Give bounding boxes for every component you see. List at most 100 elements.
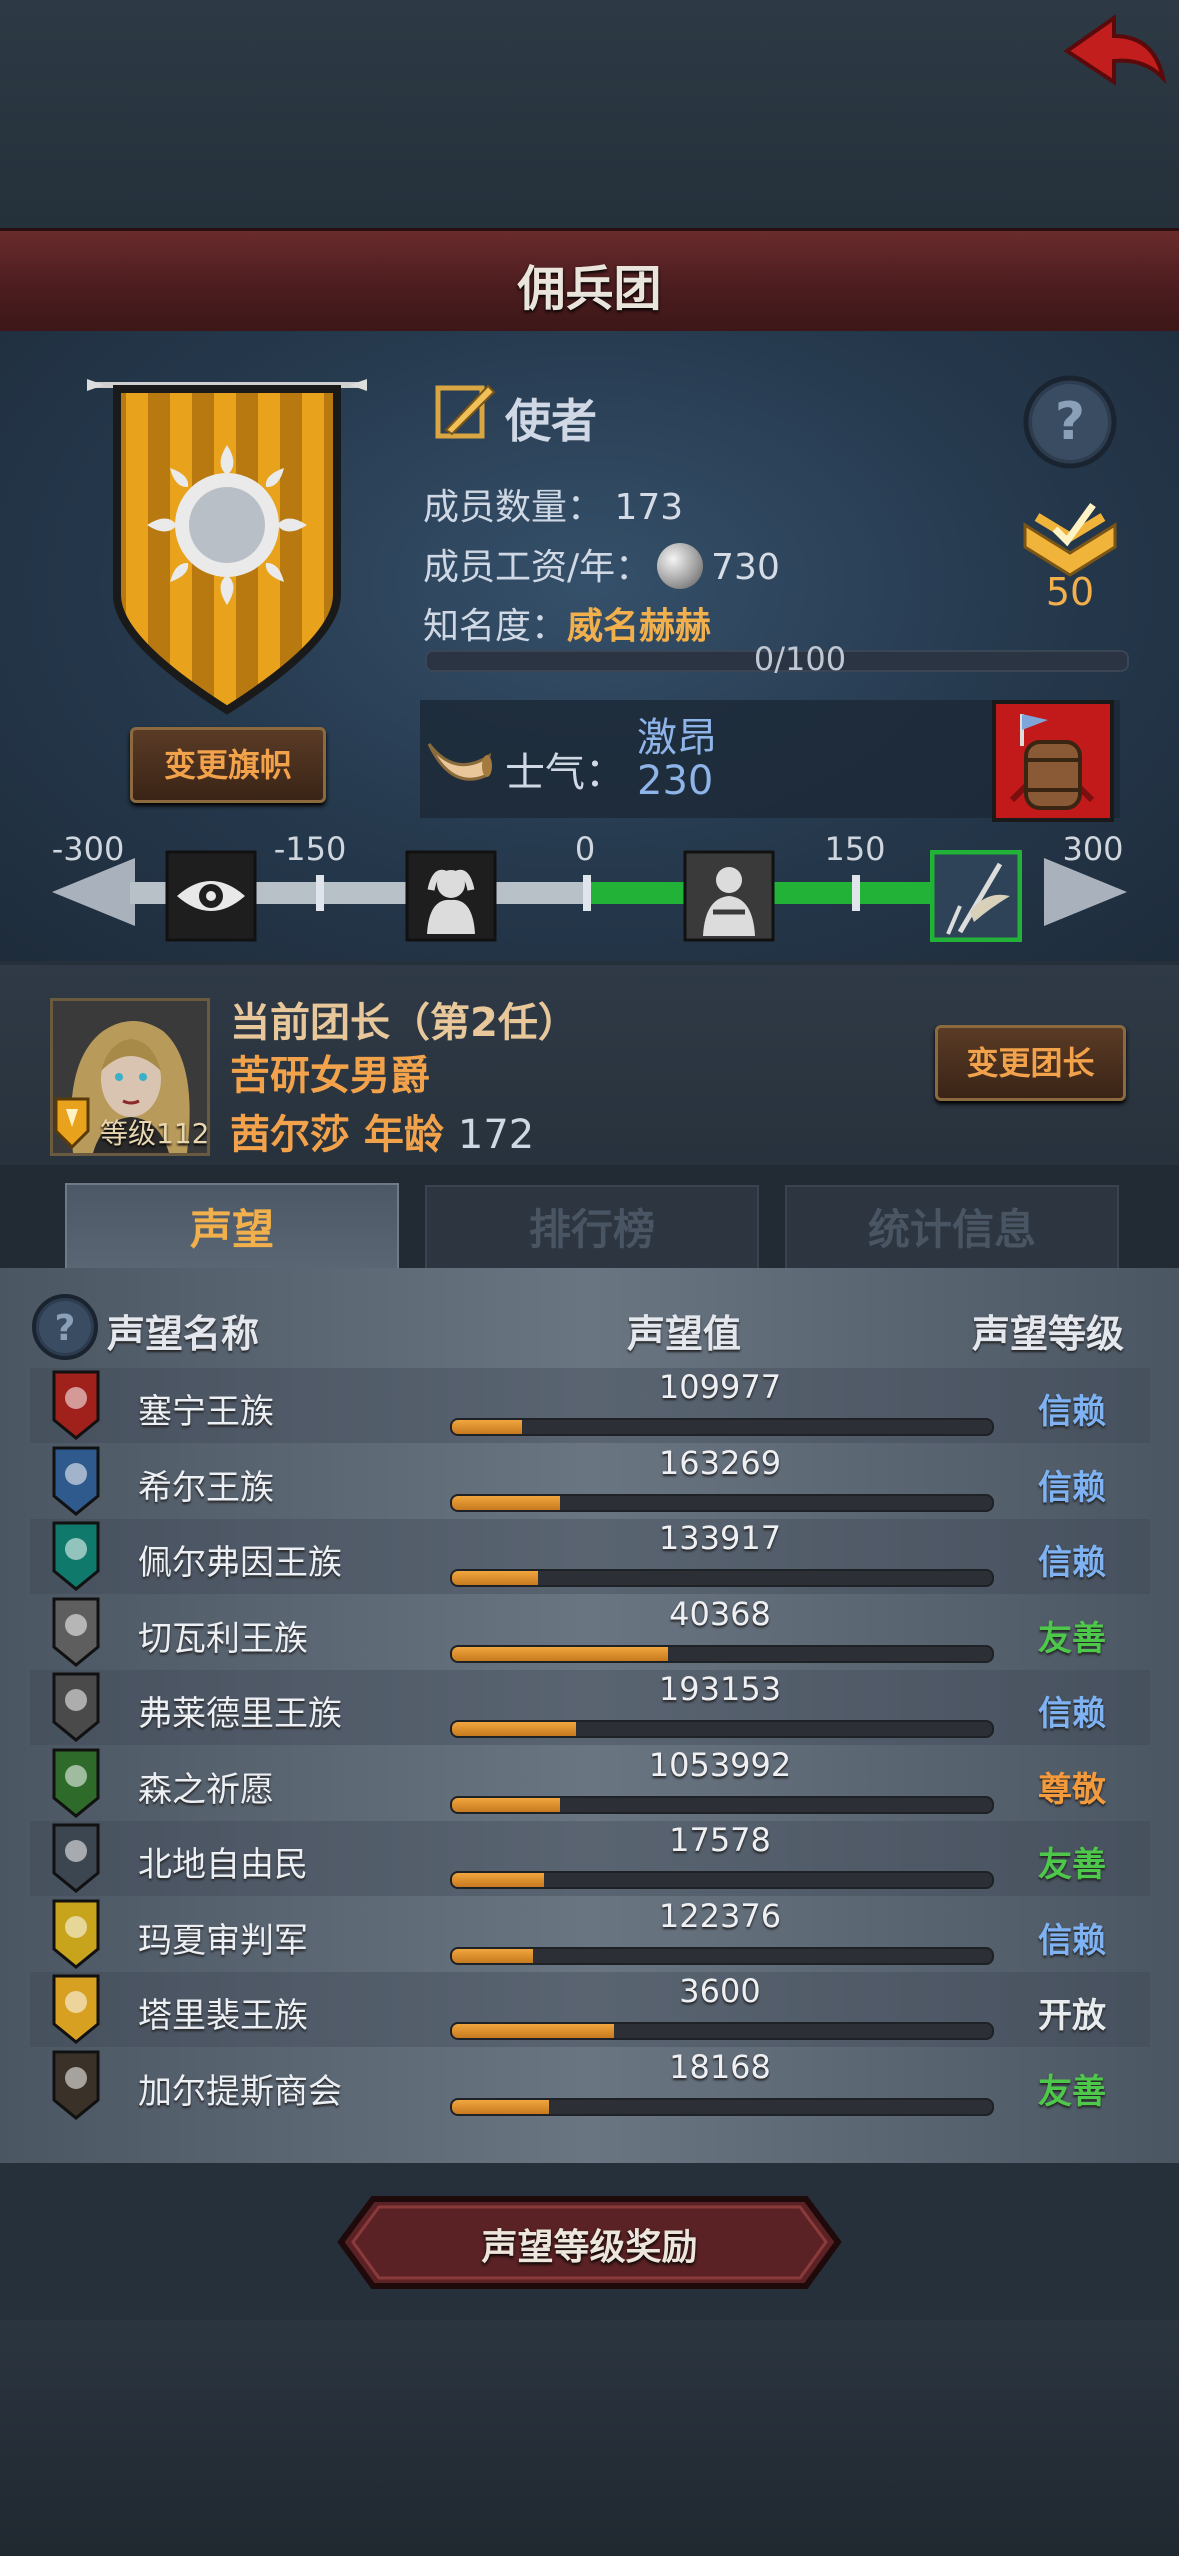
wage-value: 730 bbox=[711, 547, 780, 588]
member-count-value: 173 bbox=[614, 487, 684, 528]
reputation-value: 193153 bbox=[658, 1670, 782, 1708]
reputation-row[interactable]: 玛夏审判军 122376 信赖 bbox=[30, 1897, 1150, 1972]
change-flag-button[interactable]: 变更旗帜 bbox=[130, 727, 326, 803]
reputation-progress-fill bbox=[452, 2099, 550, 2114]
help-icon[interactable]: ? bbox=[1020, 372, 1120, 472]
reputation-level: 信赖 bbox=[1038, 1920, 1106, 1961]
leader-trait: 苦研女男爵 bbox=[230, 1053, 430, 1099]
fame-label: 知名度： bbox=[423, 606, 568, 647]
reputation-level: 信赖 bbox=[1038, 1467, 1106, 1508]
reputation-value: 18168 bbox=[669, 2047, 771, 2086]
tab-leaderboard[interactable]: 排行榜 bbox=[425, 1185, 759, 1274]
reputation-level: 友善 bbox=[1038, 1618, 1106, 1659]
wage-label: 成员工资/年： bbox=[423, 547, 652, 588]
level-badge-icon bbox=[54, 1097, 90, 1150]
reputation-row[interactable]: 佩尔弗因王族 133917 信赖 bbox=[30, 1519, 1150, 1594]
reputation-row[interactable]: 切瓦利王族 40368 友善 bbox=[30, 1595, 1150, 1670]
reputation-progress-bar bbox=[450, 2097, 994, 2116]
reputation-level: 友善 bbox=[1038, 1845, 1106, 1885]
reputation-progress-fill bbox=[452, 1722, 577, 1736]
reputation-level: 友善 bbox=[1038, 2071, 1106, 2112]
faction-emblem-icon bbox=[52, 1899, 100, 1969]
reputation-level: 信赖 bbox=[1038, 1392, 1106, 1432]
reputation-level: 信赖 bbox=[1038, 1543, 1106, 1583]
faction-name: 加尔提斯商会 bbox=[138, 2071, 342, 2112]
morale-value: 230 bbox=[637, 758, 714, 804]
silver-coin-icon bbox=[657, 543, 704, 589]
reputation-row[interactable]: 希尔王族 163269 信赖 bbox=[30, 1444, 1150, 1519]
reputation-progress-bar bbox=[450, 1795, 994, 1814]
reputation-progress-fill bbox=[452, 1797, 560, 1812]
reputation-progress-fill bbox=[452, 1873, 544, 1887]
member-count-row: 成员数量： 173 bbox=[423, 478, 683, 530]
faction-emblem-icon bbox=[52, 1370, 100, 1440]
reputation-value: 17578 bbox=[669, 1821, 771, 1859]
page-title: 佣兵团 bbox=[517, 261, 662, 317]
reputation-value: 109977 bbox=[658, 1368, 782, 1406]
reputation-value: 3600 bbox=[679, 1972, 761, 2010]
calm-figure-icon bbox=[683, 850, 775, 942]
morale-tick: 300 bbox=[1062, 830, 1124, 868]
morale-state: 激昂 bbox=[637, 715, 717, 761]
reputation-progress-fill bbox=[452, 1420, 523, 1434]
reputation-reward-label: 声望等级奖励 bbox=[481, 2227, 698, 2268]
rank-value: 50 bbox=[1045, 570, 1095, 614]
reputation-progress-fill bbox=[452, 1495, 560, 1510]
eye-icon bbox=[165, 850, 257, 942]
faction-emblem-icon bbox=[52, 1446, 100, 1516]
reputation-progress-bar bbox=[450, 1720, 994, 1738]
change-leader-button[interactable]: 变更团长 bbox=[935, 1025, 1126, 1101]
reputation-progress-fill bbox=[452, 2024, 614, 2038]
reputation-row[interactable]: 加尔提斯商会 18168 友善 bbox=[30, 2048, 1150, 2123]
reputation-progress-bar bbox=[450, 1946, 994, 1965]
barrel-icon[interactable] bbox=[992, 700, 1114, 822]
title-bar: 佣兵团 bbox=[0, 228, 1179, 334]
leader-title: 当前团长（第2任） bbox=[230, 1000, 578, 1046]
bottom-background bbox=[0, 2320, 1179, 2556]
reputation-progress-bar bbox=[450, 2022, 994, 2040]
morale-tick: -300 bbox=[51, 830, 125, 868]
horn-icon bbox=[427, 743, 492, 781]
wage-row: 成员工资/年： 730 bbox=[423, 538, 780, 595]
reputation-progress-bar bbox=[450, 1871, 994, 1889]
faction-emblem-icon bbox=[52, 1974, 100, 2044]
leader-name-age: 茜尔莎 年龄 172 bbox=[230, 1102, 534, 1160]
morale-tick: -150 bbox=[273, 830, 347, 868]
faction-name: 塔里裴王族 bbox=[138, 1996, 308, 2036]
reputation-level: 信赖 bbox=[1038, 1694, 1106, 1734]
reputation-progress-bar bbox=[450, 1569, 994, 1587]
reputation-level: 尊敬 bbox=[1038, 1769, 1106, 1810]
faction-name: 佩尔弗因王族 bbox=[138, 1543, 342, 1583]
fame-progress-text: 0/100 bbox=[753, 640, 847, 678]
reputation-value: 40368 bbox=[669, 1594, 771, 1633]
morale-tick: 150 bbox=[824, 830, 886, 868]
reputation-value: 133917 bbox=[658, 1519, 782, 1557]
tab-reputation[interactable]: 声望 bbox=[65, 1183, 399, 1275]
member-count-label: 成员数量： bbox=[423, 487, 604, 528]
help-icon[interactable]: ? bbox=[30, 1292, 100, 1362]
back-arrow-icon[interactable] bbox=[1059, 6, 1169, 96]
leader-name: 茜尔莎 年龄 bbox=[230, 1112, 444, 1158]
morale-label: 士气： bbox=[505, 750, 625, 796]
morale-tick: 0 bbox=[574, 830, 596, 868]
faction-name: 切瓦利王族 bbox=[138, 1618, 308, 1659]
faction-emblem-icon bbox=[52, 1521, 100, 1591]
fame-row: 知名度：威名赫赫 bbox=[423, 597, 711, 649]
despair-figure-icon bbox=[405, 850, 497, 942]
reputation-row[interactable]: 塔里裴王族 3600 开放 bbox=[30, 1972, 1150, 2047]
column-header-value: 声望值 bbox=[627, 1312, 742, 1356]
reputation-level: 开放 bbox=[1038, 1996, 1106, 2036]
reputation-row[interactable]: 弗莱德里王族 193153 信赖 bbox=[30, 1670, 1150, 1745]
reputation-row[interactable]: 塞宁王族 109977 信赖 bbox=[30, 1368, 1150, 1443]
reputation-value: 163269 bbox=[658, 1443, 782, 1482]
reputation-progress-fill bbox=[452, 1646, 668, 1661]
reputation-row[interactable]: 森之祈愿 1053992 尊敬 bbox=[30, 1746, 1150, 1821]
tab-statistics[interactable]: 统计信息 bbox=[785, 1185, 1119, 1274]
faction-name: 塞宁王族 bbox=[138, 1392, 274, 1432]
faction-name: 森之祈愿 bbox=[138, 1769, 274, 1810]
faction-emblem-icon bbox=[52, 1597, 100, 1667]
column-header-level: 声望等级 bbox=[972, 1312, 1125, 1356]
reputation-row[interactable]: 北地自由民 17578 友善 bbox=[30, 1821, 1150, 1896]
fame-title: 威名赫赫 bbox=[567, 606, 712, 647]
faction-name: 弗莱德里王族 bbox=[138, 1694, 342, 1734]
